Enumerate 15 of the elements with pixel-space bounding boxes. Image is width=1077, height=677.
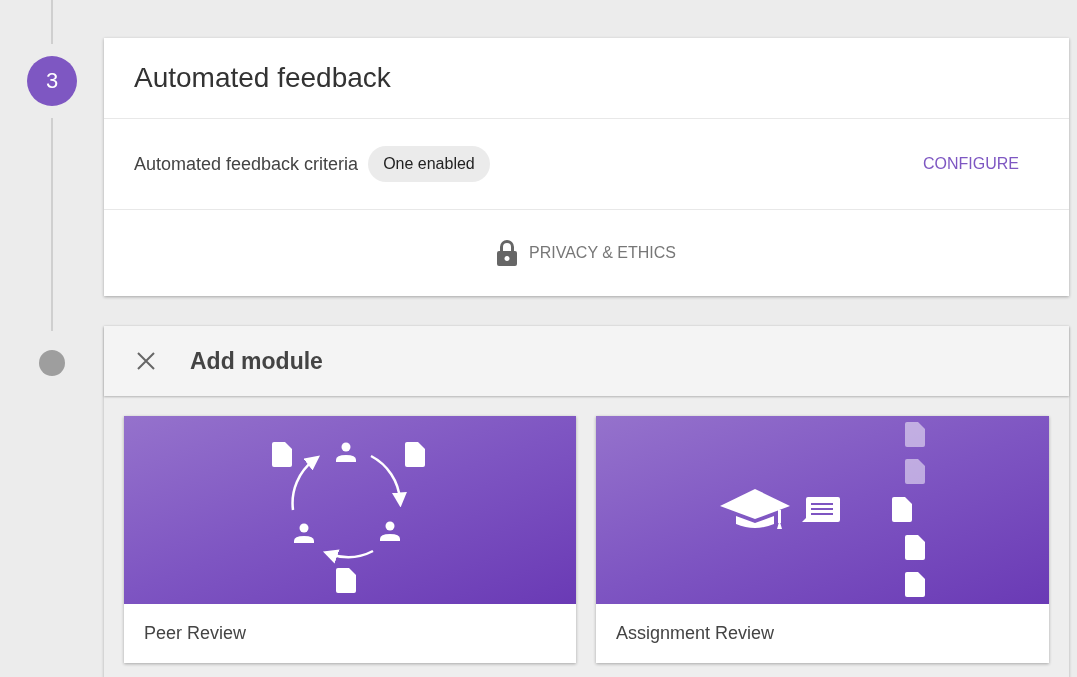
- module-card[interactable]: Assignment Review: [596, 416, 1049, 663]
- panel-title: Add module: [190, 347, 323, 375]
- close-icon: [136, 351, 156, 371]
- close-button[interactable]: [136, 351, 156, 371]
- module-title: Peer Review: [143, 622, 248, 645]
- configure-button[interactable]: CONFIGURE: [923, 149, 1019, 179]
- status-chip: One enabled: [368, 146, 490, 182]
- step-dot: [39, 350, 65, 376]
- step-number: 3: [27, 56, 77, 106]
- lock-icon: [497, 240, 517, 266]
- card-title: Automated feedback: [104, 38, 1069, 119]
- privacy-link[interactable]: PRIVACY & ETHICS: [497, 240, 676, 266]
- module-title: Assignment Review: [615, 622, 776, 645]
- criteria-label: Automated feedback criteria: [134, 153, 359, 175]
- module-card[interactable]: Peer Review: [124, 416, 576, 663]
